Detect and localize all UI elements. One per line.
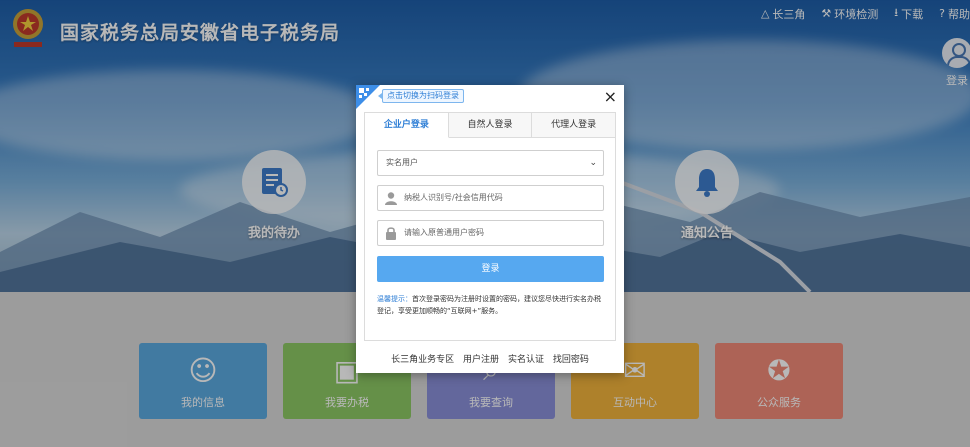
user-type-value: 实名用户 xyxy=(386,158,418,167)
qr-code-toggle-icon[interactable] xyxy=(356,85,380,109)
qr-switch-hint[interactable]: 点击切换为扫码登录 xyxy=(378,89,464,103)
user-type-select[interactable]: 实名用户 ⌄ xyxy=(377,150,604,176)
close-icon[interactable]: × xyxy=(604,87,617,107)
login-button[interactable]: 登录 xyxy=(377,256,604,282)
password-input[interactable]: 请输入原普通用户密码 xyxy=(377,220,604,246)
login-dialog: 点击切换为扫码登录 × 企业户登录 自然人登录 代理人登录 实名用户 ⌄ 纳税人… xyxy=(356,85,624,373)
password-placeholder: 请输入原普通用户密码 xyxy=(404,228,484,237)
link-real-name-auth[interactable]: 实名认证 xyxy=(508,355,544,365)
tab-agent-login[interactable]: 代理人登录 xyxy=(532,113,616,138)
tip-heading: 温馨提示： xyxy=(377,295,412,303)
chevron-down-icon: ⌄ xyxy=(589,158,597,168)
link-yangtze-delta-zone[interactable]: 长三角业务专区 xyxy=(391,355,454,365)
taxpayer-id-input[interactable]: 纳税人识别号/社会信用代码 xyxy=(377,185,604,211)
tab-enterprise-login[interactable]: 企业户登录 xyxy=(365,113,449,138)
taxpayer-id-placeholder: 纳税人识别号/社会信用代码 xyxy=(404,193,503,202)
link-recover-password[interactable]: 找回密码 xyxy=(553,355,589,365)
login-form: 实名用户 ⌄ 纳税人识别号/社会信用代码 请输入原普通用户密码 登录 温馨提示：… xyxy=(364,137,616,341)
link-register[interactable]: 用户注册 xyxy=(463,355,499,365)
login-tip: 温馨提示：首次登录密码为注册时设置的密码，建议您尽快进行实名办税登记，享受更加顺… xyxy=(377,293,605,317)
lock-icon xyxy=(386,227,396,240)
user-icon xyxy=(385,192,397,205)
footer-links: 长三角业务专区 用户注册 实名认证 找回密码 xyxy=(356,352,624,365)
login-tabs: 企业户登录 自然人登录 代理人登录 xyxy=(364,112,616,138)
tab-individual-login[interactable]: 自然人登录 xyxy=(448,113,533,138)
